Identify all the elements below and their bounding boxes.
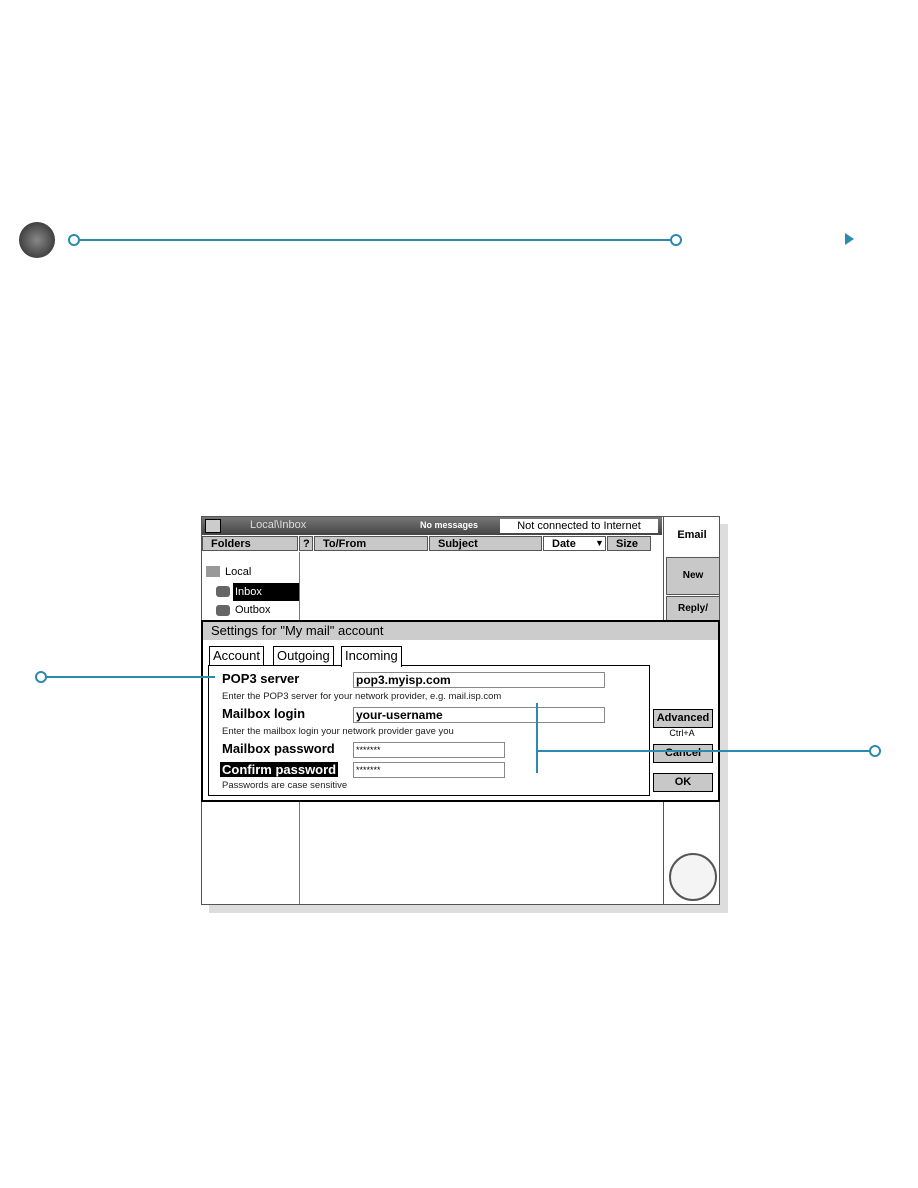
clock-icon — [669, 853, 717, 901]
current-folder-path: Local\Inbox — [250, 519, 307, 531]
tab-panel: POP3 server pop3.myisp.com Enter the POP… — [208, 665, 650, 796]
connection-status: Not connected to Internet — [500, 519, 658, 533]
col-subject[interactable]: Subject — [429, 536, 542, 551]
app-name: Email — [677, 529, 707, 541]
tab-account[interactable]: Account — [209, 646, 264, 666]
callout-line-fields — [536, 750, 870, 752]
mailbox-login-hint: Enter the mailbox login your network pro… — [222, 726, 454, 737]
confirm-password-input[interactable]: ******* — [353, 762, 505, 778]
col-flag[interactable]: ? — [299, 536, 313, 551]
tab-incoming[interactable]: Incoming — [341, 646, 402, 667]
mailbox-icon — [216, 586, 230, 597]
message-status: No messages — [420, 520, 479, 530]
mailbox-login-label: Mailbox login — [222, 706, 306, 721]
folder-outbox[interactable]: Outbox — [235, 604, 270, 616]
col-folders[interactable]: Folders — [202, 536, 298, 551]
folder-icon[interactable] — [205, 519, 221, 533]
title-bar: Local\Inbox No messages Not connected to… — [202, 517, 662, 535]
callout-dot — [670, 234, 682, 246]
header-rule — [78, 239, 672, 241]
sort-down-icon: ▼ — [595, 538, 604, 548]
callout-line-fields — [536, 703, 538, 773]
folder-open-icon — [206, 566, 220, 577]
pop3-server-label: POP3 server — [222, 671, 300, 686]
col-to-from[interactable]: To/From — [314, 536, 428, 551]
mailbox-login-input[interactable]: your-username — [353, 707, 605, 723]
new-button[interactable]: New — [666, 557, 720, 595]
advanced-shortcut: Ctrl+A — [669, 728, 695, 738]
folder-inbox[interactable]: Inbox — [233, 583, 299, 601]
next-arrow-icon[interactable] — [845, 233, 854, 245]
mailbox-password-input[interactable]: ******* — [353, 742, 505, 758]
mailbox-icon — [216, 605, 230, 616]
callout-dot — [869, 745, 881, 757]
email-logo-icon — [19, 222, 55, 258]
col-size[interactable]: Size — [607, 536, 651, 551]
account-settings-dialog: Settings for "My mail" account Account O… — [201, 620, 720, 802]
cancel-button[interactable]: Cancel — [653, 744, 713, 763]
pop3-server-hint: Enter the POP3 server for your network p… — [222, 691, 502, 702]
ok-button[interactable]: OK — [653, 773, 713, 792]
folder-local[interactable]: Local — [225, 566, 251, 578]
reply-forward-button[interactable]: Reply/ Fwd — [666, 596, 720, 622]
pop3-server-input[interactable]: pop3.myisp.com — [353, 672, 605, 688]
dialog-title: Settings for "My mail" account — [203, 622, 718, 640]
password-hint: Passwords are case sensitive — [222, 780, 348, 791]
mailbox-password-label: Mailbox password — [222, 741, 335, 756]
tab-outgoing[interactable]: Outgoing — [273, 646, 334, 666]
advanced-button[interactable]: Advanced — [653, 709, 713, 728]
callout-line-pop3 — [45, 676, 215, 678]
confirm-password-label: Confirm password — [220, 762, 339, 777]
